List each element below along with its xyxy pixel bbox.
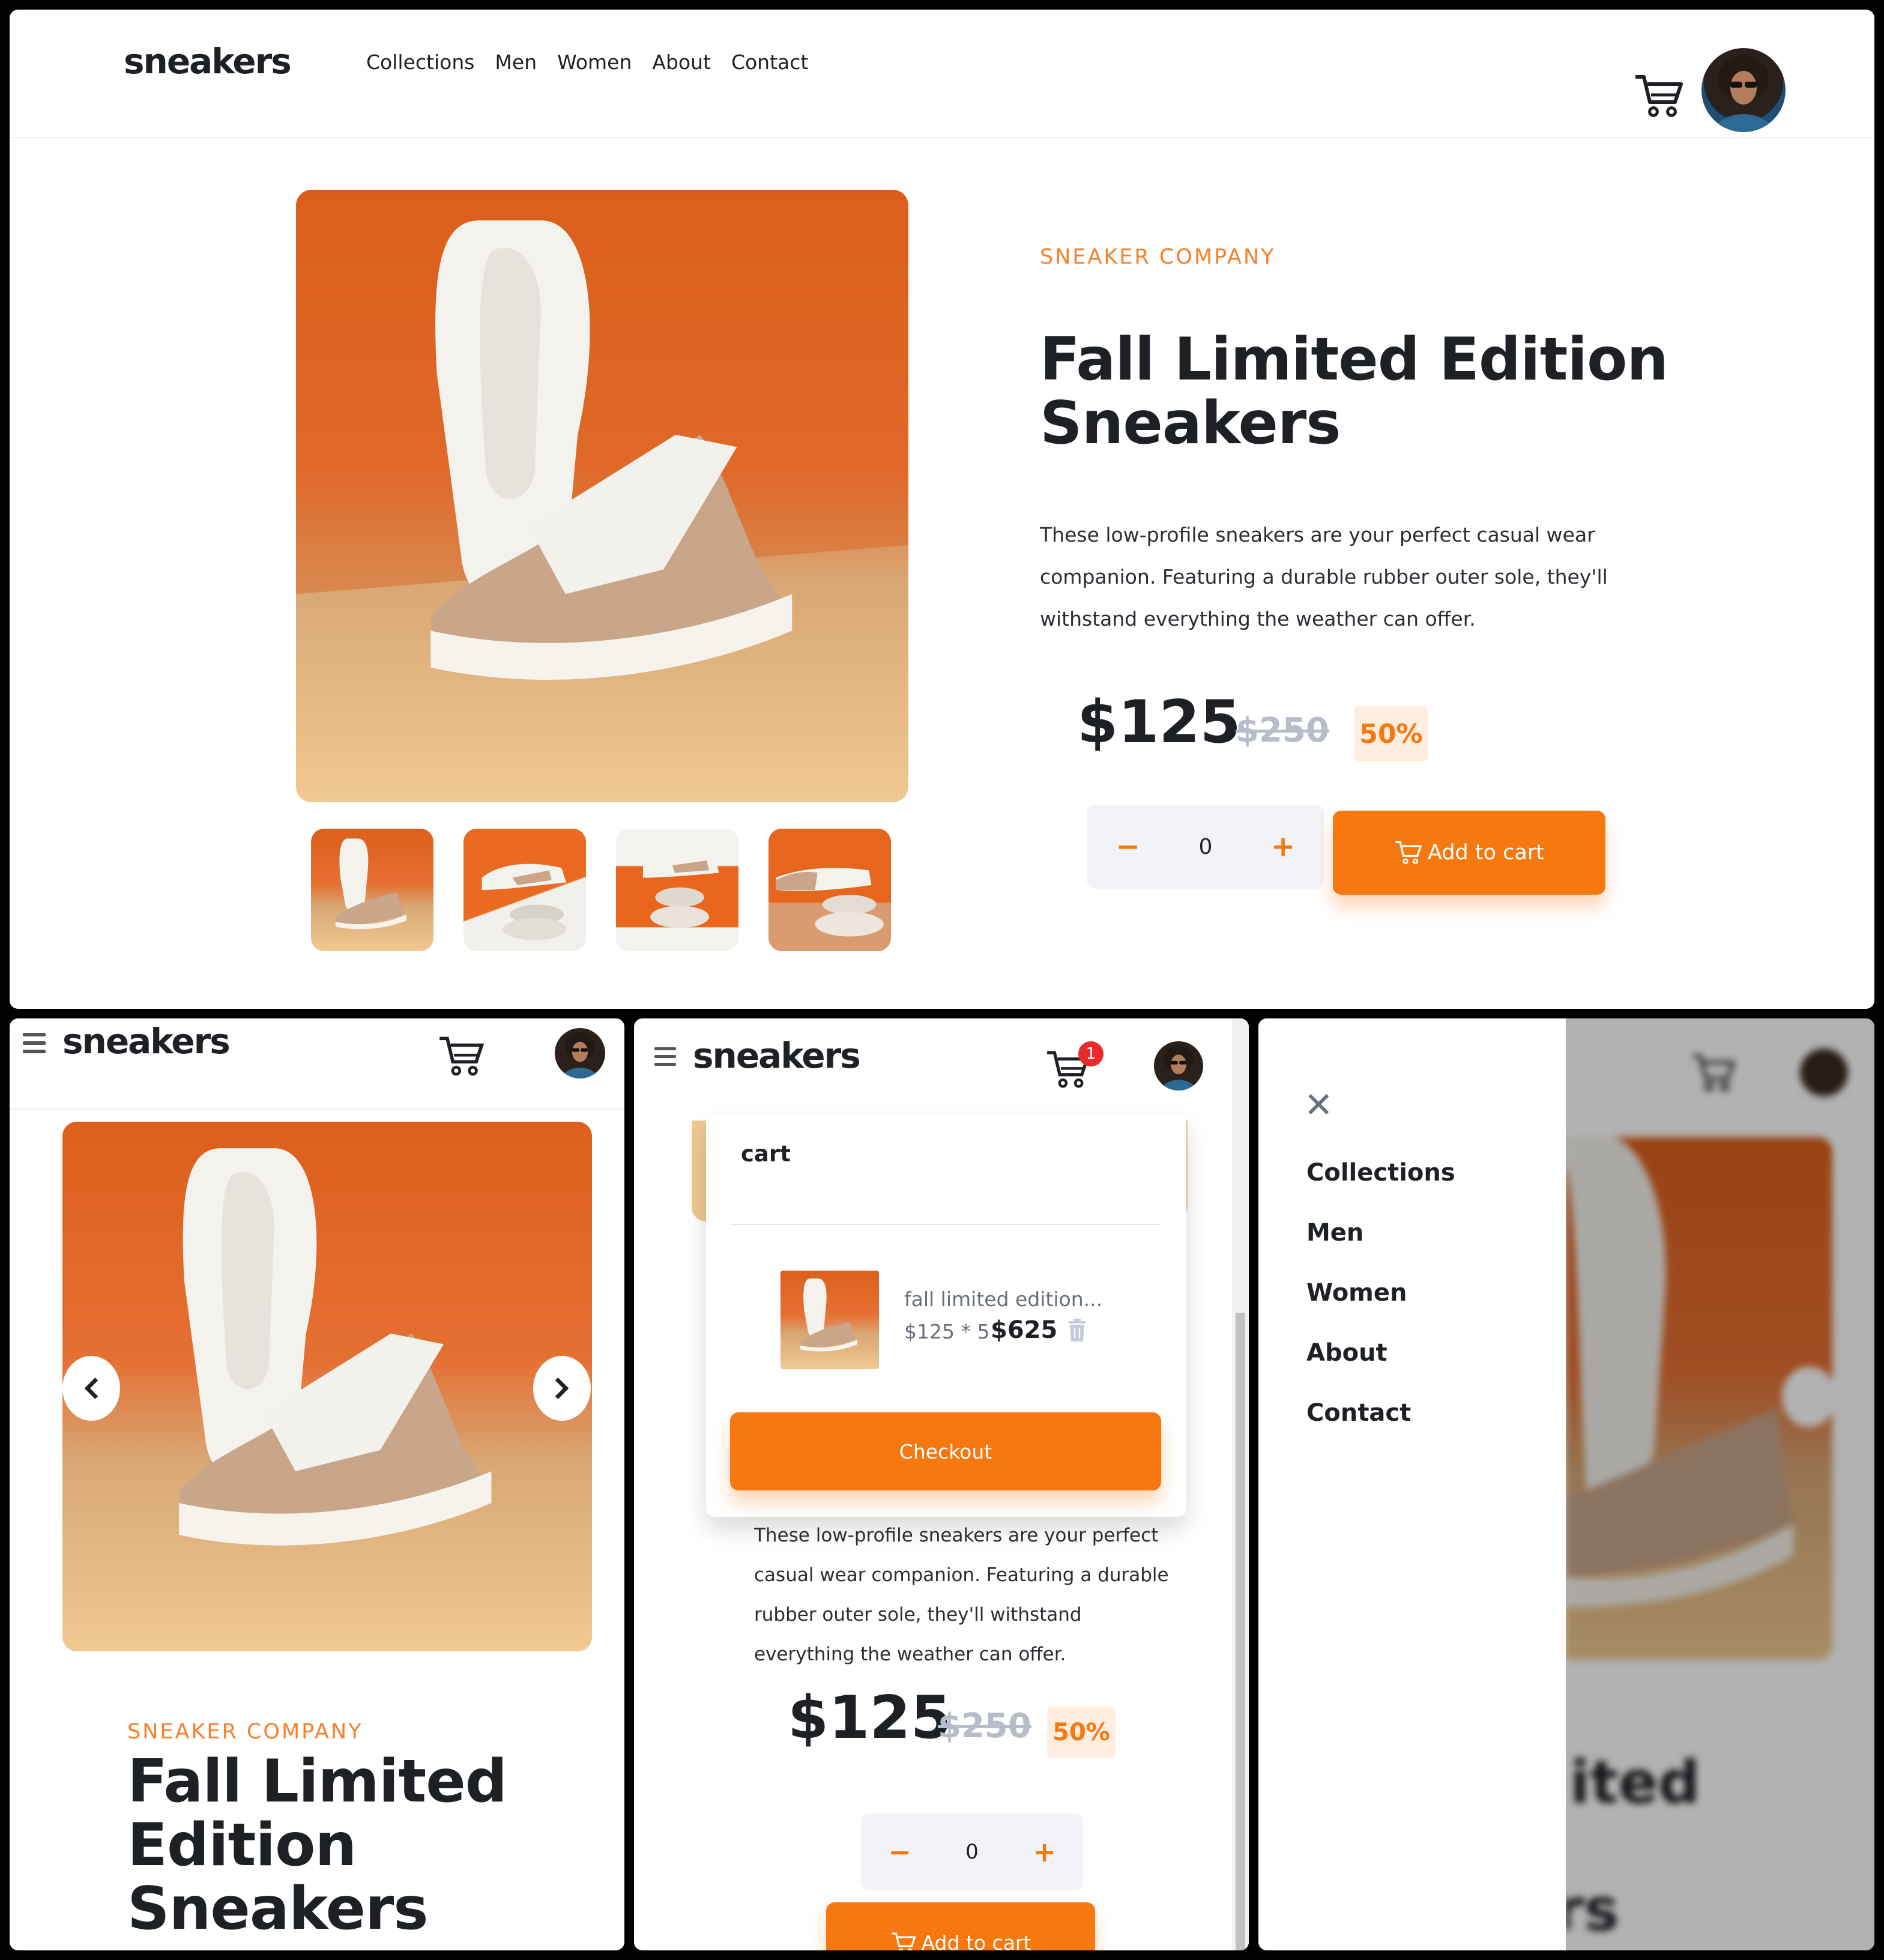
thumbnail-4[interactable] [768,829,891,951]
hamburger-icon[interactable] [654,1047,676,1066]
decrease-button[interactable]: − [888,1836,911,1868]
nav-men[interactable]: Men [495,50,537,74]
chevron-left-icon [84,1378,98,1399]
mobile-view-gallery: sneakers SNEAKER COMPANY Fall Limited Ed… [10,1018,624,1950]
cart-item-thumbnail [780,1271,879,1369]
cart-icon [1395,841,1422,864]
nav-collections[interactable]: Collections [366,50,474,74]
logo[interactable]: sneakers [693,1035,861,1076]
cart-dropdown: cart fall limited edition... $125 * 5 $6… [706,1115,1186,1517]
side-nav-contact[interactable]: Contact [1306,1399,1455,1427]
nav-about[interactable]: About [652,50,711,74]
avatar[interactable] [1154,1041,1203,1090]
close-icon[interactable]: ✕ [1304,1084,1333,1125]
old-price: $250 [938,1707,1031,1746]
product-title: Fall Limited Edition Sneakers [1040,328,1668,455]
quantity-stepper: − 0 + [1087,805,1324,889]
increase-button[interactable]: + [1271,830,1295,864]
cart-icon[interactable] [437,1034,488,1081]
trash-icon[interactable] [1067,1319,1087,1344]
mobile-header: sneakers 1 [634,1018,1232,1115]
increase-button[interactable]: + [1033,1836,1056,1868]
company-label: SNEAKER COMPANY [127,1720,363,1744]
side-nav: Collections Men Women About Contact [1306,1159,1455,1427]
product-title-line1: Fall Limited [127,1747,507,1816]
next-image-button[interactable] [533,1356,591,1421]
side-menu: ✕ Collections Men Women About Contact [1258,1018,1566,1950]
overlay-dim [1566,1018,1874,1950]
quantity-stepper: − 0 + [861,1813,1083,1890]
nav-contact[interactable]: Contact [731,50,808,74]
add-to-cart-label: Add to cart [921,1931,1031,1950]
price: $125 [1077,688,1241,757]
thumbnail-3[interactable] [616,829,738,951]
discount-badge: 50% [1047,1707,1116,1758]
desktop-view: sneakers Collections Men Women About Con… [10,10,1874,1009]
cart-item-calc: $125 * 5 [904,1320,990,1343]
cart-icon [892,1932,916,1950]
side-nav-about[interactable]: About [1306,1339,1455,1367]
hamburger-icon[interactable] [23,1033,46,1053]
cart-count-badge: 1 [1078,1041,1104,1066]
cart-title: cart [741,1141,791,1167]
logo[interactable]: sneakers [62,1021,231,1062]
main-nav: Collections Men Women About Contact [366,50,808,74]
thumbnail-1[interactable] [311,829,433,951]
product-description: These low-profile sneakers are your perf… [1040,523,1608,631]
add-to-cart-button[interactable]: Add to cart [826,1902,1095,1950]
logo[interactable]: sneakers [124,41,292,82]
product-main-image[interactable] [62,1122,592,1651]
avatar[interactable] [1701,48,1786,132]
site-header: sneakers Collections Men Women About Con… [10,10,1874,138]
previous-image-button[interactable] [62,1356,120,1421]
side-nav-women[interactable]: Women [1306,1279,1455,1307]
side-nav-collections[interactable]: Collections [1306,1159,1455,1187]
old-price: $250 [1236,711,1329,750]
quantity-value: 0 [1198,834,1213,859]
mobile-view-menu: Fall LimitedEditionSneakers ✕ Collection… [1258,1018,1874,1950]
thumbnail-row [311,829,891,951]
product-title-line3: Sneakers [127,1875,429,1943]
product-title: Fall Limited Edition Sneakers [127,1750,507,1941]
product-title-line1: Fall Limited Edition [1040,325,1668,394]
add-to-cart-label: Add to cart [1428,841,1544,865]
checkout-button[interactable]: Checkout [730,1412,1161,1490]
product-description: These low-profile sneakers are your perf… [754,1525,1169,1665]
mobile-view-cart: sneakers 1 cart fall limited edition... … [634,1018,1249,1950]
avatar[interactable] [555,1028,605,1078]
thumbnail-2[interactable] [463,829,586,951]
cart-item-name: fall limited edition... [904,1287,1103,1311]
decrease-button[interactable]: − [1116,830,1140,864]
product-main-image[interactable] [296,190,908,802]
cart-icon[interactable] [1633,72,1687,120]
nav-women[interactable]: Women [557,50,632,74]
add-to-cart-button[interactable]: Add to cart [1333,811,1605,895]
side-nav-men[interactable]: Men [1306,1219,1455,1247]
mobile-header: sneakers [10,1018,624,1110]
cart-item-total: $625 [991,1316,1058,1344]
discount-badge: 50% [1354,706,1428,761]
quantity-value: 0 [965,1840,979,1864]
scrollbar[interactable] [1232,1018,1249,1950]
chevron-right-icon [555,1378,569,1399]
cart-divider [730,1224,1161,1225]
company-label: SNEAKER COMPANY [1040,245,1276,269]
product-title-line2: Sneakers [1040,389,1341,458]
product-title-line2: Edition [127,1811,357,1880]
price: $125 [788,1684,952,1752]
